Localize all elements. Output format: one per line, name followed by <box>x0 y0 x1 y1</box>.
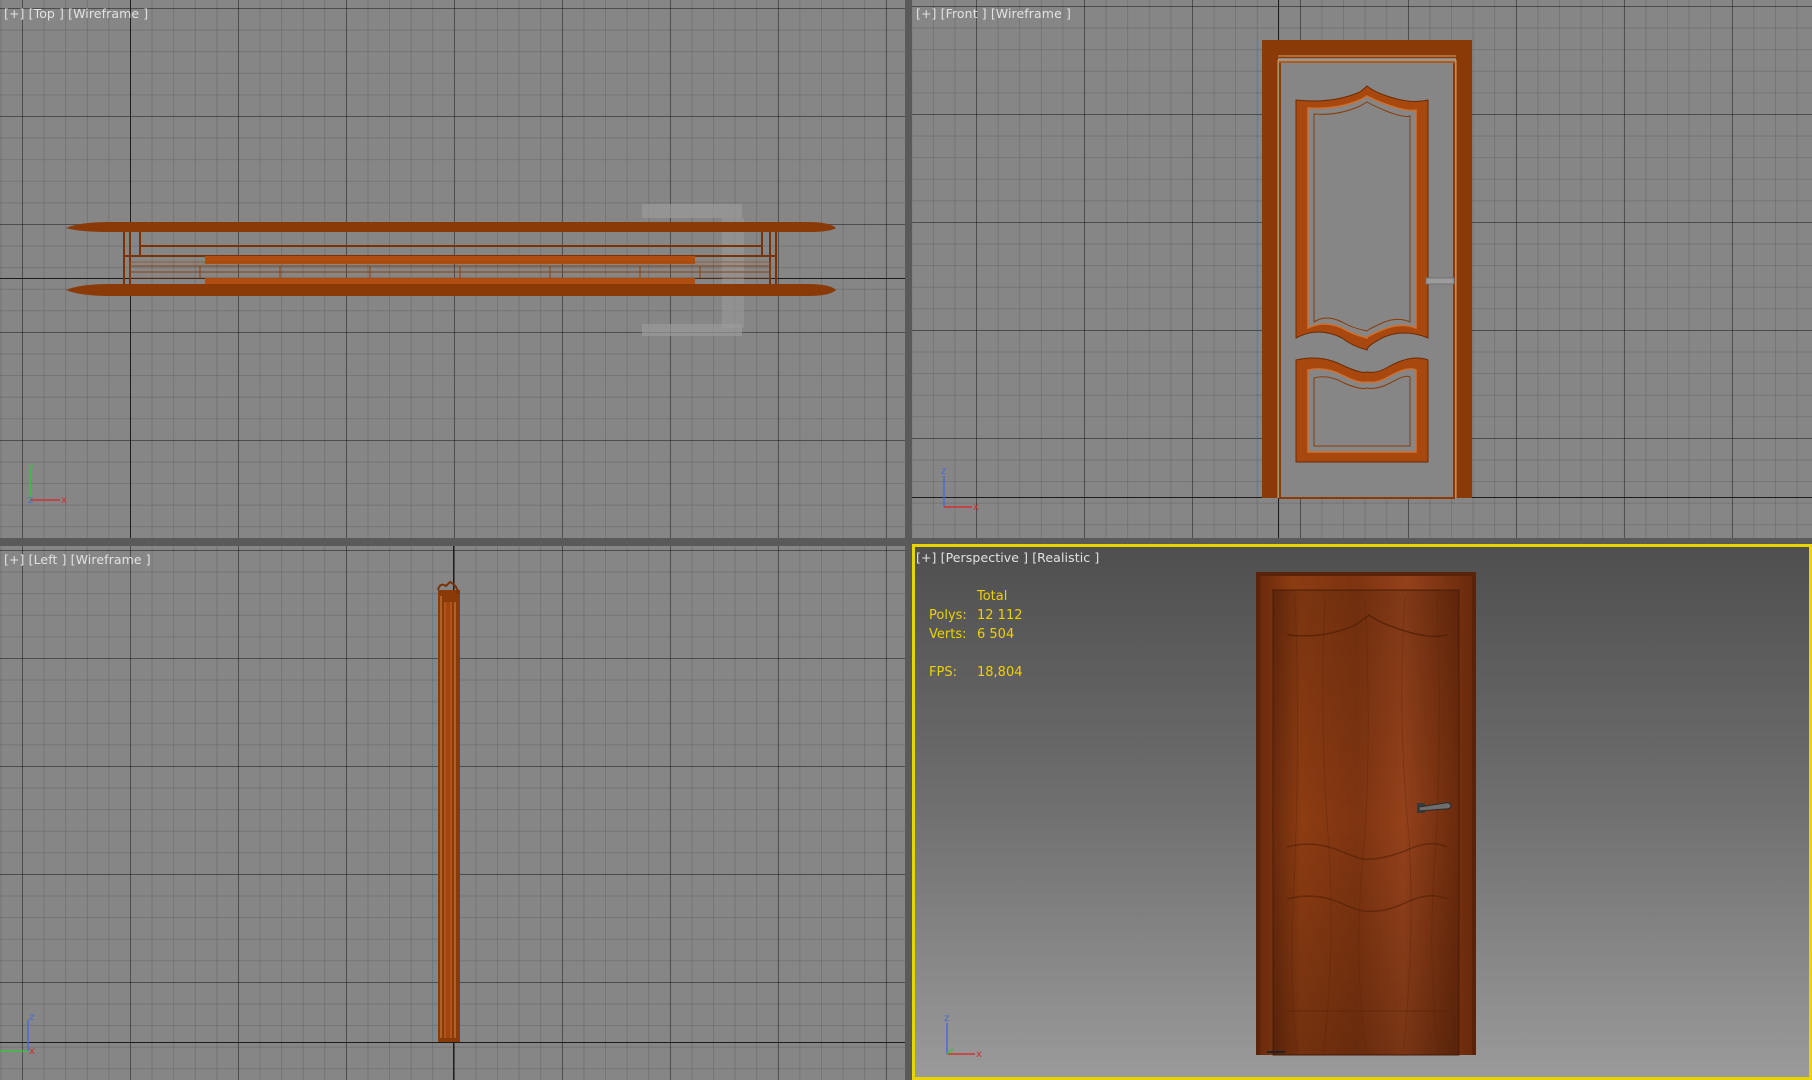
gizmo-label-x: x <box>976 1049 982 1059</box>
viewport-left[interactable]: z x [+] [Left ] [Wireframe ] <box>0 546 905 1080</box>
viewport-label-left[interactable]: [+] [Left ] [Wireframe ] <box>4 552 151 567</box>
stats-fps-value: 18,804 <box>977 665 1023 680</box>
door-realistic-render[interactable] <box>915 547 1809 1077</box>
stats-polys-label: Polys: <box>929 608 967 623</box>
viewport-label-front[interactable]: [+] [Front ] [Wireframe ] <box>916 6 1071 21</box>
stats-header: Total <box>977 589 1008 604</box>
door-top-wireframe[interactable] <box>0 0 905 538</box>
viewport-label-perspective[interactable]: [+] [Perspective ] [Realistic ] <box>916 550 1099 565</box>
gizmo-label-y: y <box>28 462 34 473</box>
axis-gizmo-icon: y x z <box>28 462 67 506</box>
axis-gizmo-icon: z x <box>0 1012 35 1056</box>
axis-gizmo-icon: z x <box>941 466 979 512</box>
gizmo-label-x: x <box>61 495 67 506</box>
gizmo-label-z: z <box>29 1012 34 1023</box>
viewport-front[interactable]: z x [+] [Front ] [Wireframe ] <box>912 0 1812 538</box>
gizmo-label-z: z <box>944 1013 949 1024</box>
door-front-wireframe[interactable] <box>912 0 1812 538</box>
viewport-label-top[interactable]: [+] [Top ] [Wireframe ] <box>4 6 148 21</box>
stats-verts-value: 6 504 <box>977 627 1015 642</box>
door-left-wireframe[interactable] <box>0 546 905 1080</box>
stats-polys-value: 12 112 <box>977 608 1023 623</box>
viewport-perspective[interactable]: Total Polys: 12 112 Verts: 6 504 FPS: 18,80… <box>912 544 1812 1080</box>
viewport-top[interactable]: y x z [+] [Top ] [Wireframe ] <box>0 0 905 538</box>
viewport-statistics: Total Polys: 12 112 Verts: 6 504 FPS: 18,80… <box>929 587 1023 682</box>
axis-gizmo-icon: z x <box>944 1013 982 1059</box>
gizmo-label-x: x <box>29 1046 35 1056</box>
stats-fps-label: FPS: <box>929 665 957 680</box>
gizmo-label-z: z <box>941 466 946 477</box>
gizmo-label-z: z <box>28 495 33 506</box>
stats-verts-label: Verts: <box>929 627 967 642</box>
gizmo-label-x: x <box>973 502 979 512</box>
